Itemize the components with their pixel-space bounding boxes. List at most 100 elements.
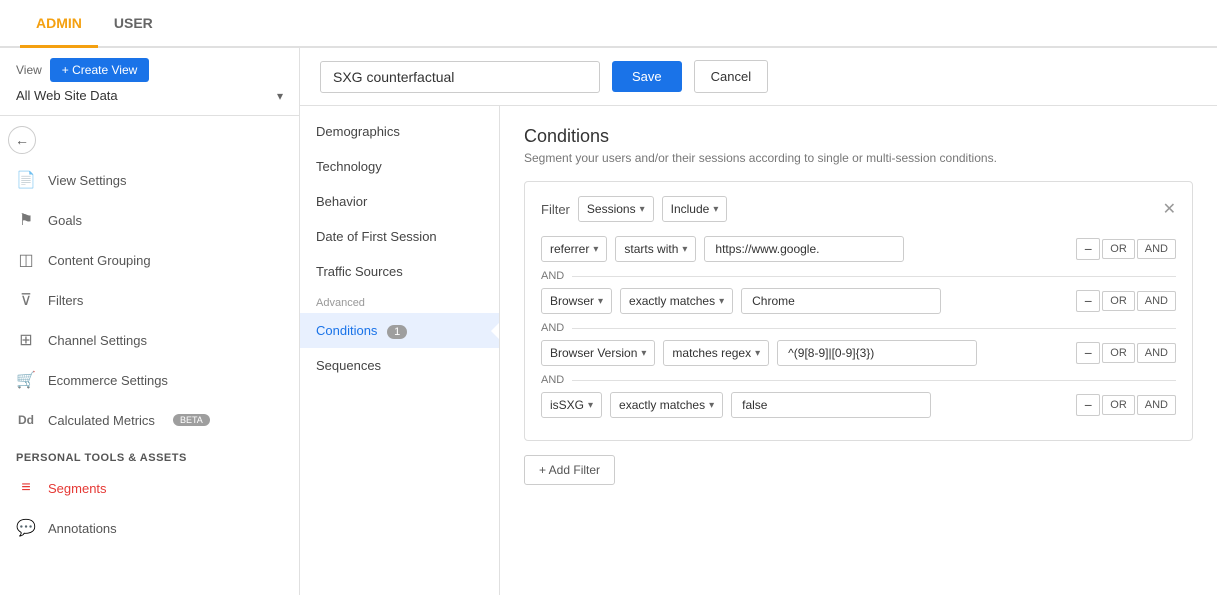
sidebar-item-goals[interactable]: ⚑ Goals — [0, 200, 299, 240]
create-view-button[interactable]: + Create View — [50, 58, 150, 82]
sidebar-item-segments[interactable]: ≡ Segments — [0, 468, 299, 508]
filter-box: Filter Sessions ▾ Include ▾ ✕ — [524, 181, 1193, 441]
sidebar: View + Create View All Web Site Data ▾ ←… — [0, 48, 300, 595]
top-nav: ADMIN USER — [0, 0, 1217, 48]
condition-row-3: Browser Version ▾ matches regex ▾ − OR A… — [541, 340, 1176, 366]
sidebar-item-annotations[interactable]: 💬 Annotations — [0, 508, 299, 548]
sidebar-item-filters-label: Filters — [48, 293, 83, 308]
segment-type-sequences[interactable]: Sequences — [300, 348, 499, 383]
or-condition-1-button[interactable]: OR — [1102, 239, 1135, 259]
condition-row-4: isSXG ▾ exactly matches ▾ − OR AND — [541, 392, 1176, 418]
segment-type-conditions[interactable]: Conditions 1 — [300, 313, 499, 348]
nav-user[interactable]: USER — [98, 1, 169, 48]
and-connector-1: AND — [541, 270, 1176, 282]
segment-type-demographics[interactable]: Demographics — [300, 114, 499, 149]
segment-type-date-of-first-session[interactable]: Date of First Session — [300, 219, 499, 254]
operator-dropdown-2-text: exactly matches — [629, 294, 715, 308]
personal-tools-header: PERSONAL TOOLS & ASSETS — [0, 440, 299, 468]
sidebar-item-filters[interactable]: ⊽ Filters — [0, 280, 299, 320]
field-dropdown-3[interactable]: Browser Version ▾ — [541, 340, 655, 366]
or-condition-3-button[interactable]: OR — [1102, 343, 1135, 363]
condition-3-actions: − OR AND — [1076, 342, 1176, 364]
save-button[interactable]: Save — [612, 61, 682, 92]
field-dropdown-2-text: Browser — [550, 294, 594, 308]
field-dropdown-4-text: isSXG — [550, 398, 584, 412]
operator-dropdown-4[interactable]: exactly matches ▾ — [610, 392, 723, 418]
filter-close-button[interactable]: ✕ — [1163, 199, 1176, 219]
operator-2-arrow-icon: ▾ — [719, 296, 724, 307]
and-condition-3-button[interactable]: AND — [1137, 343, 1176, 363]
or-condition-2-button[interactable]: OR — [1102, 291, 1135, 311]
view-settings-icon: 📄 — [16, 170, 36, 190]
segment-type-traffic-sources[interactable]: Traffic Sources — [300, 254, 499, 289]
operator-4-arrow-icon: ▾ — [709, 400, 714, 411]
field-dropdown-1[interactable]: referrer ▾ — [541, 236, 607, 262]
segment-type-behavior[interactable]: Behavior — [300, 184, 499, 219]
sidebar-item-content-grouping[interactable]: ◫ Content Grouping — [0, 240, 299, 280]
view-select-arrow-icon: ▾ — [277, 89, 283, 103]
annotations-icon: 💬 — [16, 518, 36, 538]
operator-3-arrow-icon: ▾ — [755, 348, 760, 359]
sidebar-item-ecommerce[interactable]: 🛒 Ecommerce Settings — [0, 360, 299, 400]
and-connector-3-text: AND — [541, 374, 564, 386]
back-btn-row: ← — [0, 120, 299, 160]
field-4-arrow-icon: ▾ — [588, 400, 593, 411]
operator-dropdown-3-text: matches regex — [672, 346, 751, 360]
calculated-metrics-icon: Dd — [16, 410, 36, 430]
sidebar-item-view-settings[interactable]: 📄 View Settings — [0, 160, 299, 200]
sidebar-item-channel-settings[interactable]: ⊞ Channel Settings — [0, 320, 299, 360]
segment-type-technology[interactable]: Technology — [300, 149, 499, 184]
operator-dropdown-2[interactable]: exactly matches ▾ — [620, 288, 733, 314]
conditions-subtitle: Segment your users and/or their sessions… — [524, 151, 1193, 165]
condition-1-actions: − OR AND — [1076, 238, 1176, 260]
back-button[interactable]: ← — [8, 126, 36, 154]
condition-2-actions: − OR AND — [1076, 290, 1176, 312]
include-dropdown-arrow-icon: ▾ — [713, 204, 718, 215]
remove-condition-1-button[interactable]: − — [1076, 238, 1100, 260]
remove-condition-4-button[interactable]: − — [1076, 394, 1100, 416]
and-connector-1-text: AND — [541, 270, 564, 282]
add-filter-button[interactable]: + Add Filter — [524, 455, 615, 485]
cancel-button[interactable]: Cancel — [694, 60, 768, 93]
view-select-text: All Web Site Data — [16, 88, 273, 103]
include-dropdown[interactable]: Include ▾ — [662, 196, 728, 222]
remove-condition-3-button[interactable]: − — [1076, 342, 1100, 364]
segments-icon: ≡ — [16, 478, 36, 498]
view-select-row[interactable]: All Web Site Data ▾ — [0, 88, 299, 111]
value-input-1[interactable] — [704, 236, 904, 262]
session-dropdown-arrow-icon: ▾ — [640, 204, 645, 215]
include-dropdown-text: Include — [671, 202, 710, 216]
content-grouping-icon: ◫ — [16, 250, 36, 270]
and-condition-2-button[interactable]: AND — [1137, 291, 1176, 311]
goals-icon: ⚑ — [16, 210, 36, 230]
main-layout: View + Create View All Web Site Data ▾ ←… — [0, 48, 1217, 595]
value-input-4[interactable] — [731, 392, 931, 418]
filter-label: Filter — [541, 202, 570, 217]
field-3-arrow-icon: ▾ — [641, 348, 646, 359]
sidebar-item-ecommerce-label: Ecommerce Settings — [48, 373, 168, 388]
conditions-badge: 1 — [387, 325, 407, 339]
session-dropdown[interactable]: Sessions ▾ — [578, 196, 654, 222]
sidebar-item-calculated-metrics[interactable]: Dd Calculated Metrics BETA — [0, 400, 299, 440]
and-connector-2: AND — [541, 322, 1176, 334]
advanced-label: Advanced — [300, 289, 499, 313]
value-input-2[interactable] — [741, 288, 941, 314]
filter-name-input[interactable] — [320, 61, 600, 93]
condition-row-2: Browser ▾ exactly matches ▾ − OR AND — [541, 288, 1176, 314]
and-condition-1-button[interactable]: AND — [1137, 239, 1176, 259]
and-condition-4-button[interactable]: AND — [1137, 395, 1176, 415]
session-dropdown-text: Sessions — [587, 202, 636, 216]
remove-condition-2-button[interactable]: − — [1076, 290, 1100, 312]
content-panels: Demographics Technology Behavior Date of… — [300, 106, 1217, 595]
channel-settings-icon: ⊞ — [16, 330, 36, 350]
operator-dropdown-3[interactable]: matches regex ▾ — [663, 340, 769, 366]
value-input-3[interactable] — [777, 340, 977, 366]
nav-admin[interactable]: ADMIN — [20, 1, 98, 48]
or-condition-4-button[interactable]: OR — [1102, 395, 1135, 415]
condition-4-actions: − OR AND — [1076, 394, 1176, 416]
field-dropdown-3-text: Browser Version — [550, 346, 637, 360]
field-dropdown-4[interactable]: isSXG ▾ — [541, 392, 602, 418]
field-dropdown-2[interactable]: Browser ▾ — [541, 288, 612, 314]
view-label: View — [16, 63, 42, 77]
operator-dropdown-1[interactable]: starts with ▾ — [615, 236, 696, 262]
